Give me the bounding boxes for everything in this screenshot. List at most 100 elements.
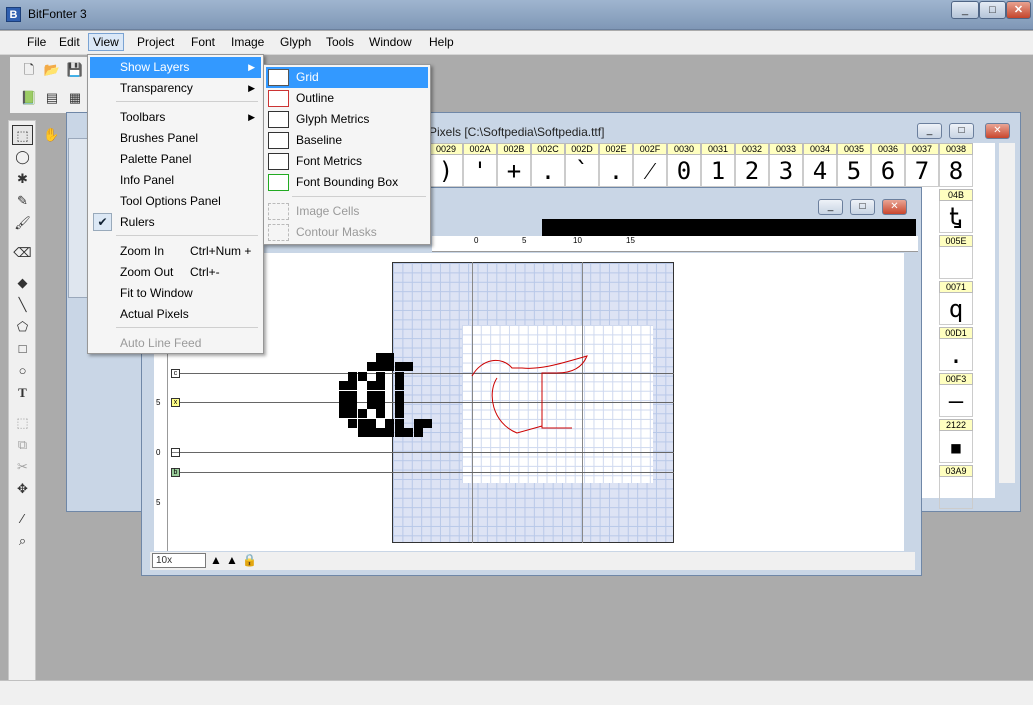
mountain-small-icon[interactable]: ▲ (210, 553, 222, 567)
glyph-pixel[interactable] (348, 409, 358, 419)
layers-menu-item-font-bounding-box[interactable]: Font Bounding Box (266, 172, 428, 193)
glyph-pixel[interactable] (348, 381, 358, 391)
editor-maximize-button[interactable]: □ (850, 199, 875, 215)
view-menu-item-fit-to-window[interactable]: Fit to Window (90, 283, 261, 304)
glyph-pixel[interactable] (385, 419, 395, 429)
menu-font[interactable]: Font (187, 34, 219, 50)
glyph-pixel[interactable] (348, 372, 358, 382)
glyph-cell-item[interactable]: + (497, 155, 531, 187)
move-tool-icon[interactable]: ✥ (12, 479, 33, 499)
cap-height-marker[interactable]: c (171, 369, 180, 378)
glyph-cell-item[interactable]: 3 (769, 155, 803, 187)
layers-menu-item-grid[interactable]: Grid (266, 67, 428, 88)
glyph-pixel[interactable] (376, 409, 386, 419)
save-icon[interactable]: 💾 (66, 61, 84, 79)
glyph-cell-item[interactable]: ) (429, 155, 463, 187)
lock-icon[interactable]: 🔒 (242, 553, 257, 567)
glyph-cell-item[interactable]: 6 (871, 155, 905, 187)
zoom-select[interactable]: 10x (152, 553, 206, 568)
menu-edit[interactable]: Edit (55, 34, 84, 50)
glyph-pixel[interactable] (367, 362, 377, 372)
layers-menu-item-glyph-metrics[interactable]: Glyph Metrics (266, 109, 428, 130)
close-button[interactable]: ✕ (1006, 1, 1031, 19)
view-menu-item-tool-options-panel[interactable]: Tool Options Panel (90, 191, 261, 212)
glyph-pixel[interactable] (395, 362, 405, 372)
glyph-cell-item[interactable] (939, 247, 973, 279)
menu-tools[interactable]: Tools (322, 34, 358, 50)
glyph-pixel[interactable] (376, 400, 386, 410)
editor-minimize-button[interactable]: _ (818, 199, 843, 215)
line-tool-icon[interactable]: ╲ (12, 295, 33, 315)
glyph-pixel[interactable] (339, 409, 349, 419)
glyph-grid-scrollbar[interactable] (999, 143, 1015, 483)
glyph-pixel[interactable] (367, 400, 377, 410)
view-menu-item-zoom-in[interactable]: Zoom In Ctrl+Num + (90, 241, 261, 262)
view-menu-item-rulers[interactable]: Rulers ✔ (90, 212, 261, 233)
brush-icon[interactable]: 🖌 (12, 213, 33, 233)
menu-window[interactable]: Window (365, 34, 416, 50)
glyph-pixel[interactable] (376, 372, 386, 382)
fill-bucket-icon[interactable]: ◆ (12, 273, 33, 293)
glyph-cell-item[interactable]: — (939, 385, 973, 417)
glyph-pixel[interactable] (367, 391, 377, 401)
glyph-pixel[interactable] (385, 428, 395, 438)
eraser-icon[interactable]: ⌫ (12, 243, 33, 263)
glyph-pixel[interactable] (376, 381, 386, 391)
glyph-cell-item[interactable]: . (599, 155, 633, 187)
glyph-pixel[interactable] (358, 419, 368, 429)
glyph-pixel[interactable] (376, 391, 386, 401)
glyph-pixel[interactable] (395, 400, 405, 410)
minimize-button[interactable]: _ (951, 1, 979, 19)
glyph-cell-item[interactable]: ` (565, 155, 599, 187)
glyph-pixel[interactable] (423, 419, 433, 429)
eyedropper-icon[interactable]: ⁄ (12, 509, 33, 529)
glyph-pixel[interactable] (404, 428, 414, 438)
glyph-cell-item[interactable]: . (531, 155, 565, 187)
mountain-large-icon[interactable]: ▲ (226, 553, 238, 567)
menu-view[interactable]: View (88, 33, 124, 51)
glyph-pixel[interactable] (367, 428, 377, 438)
glyph-pixel[interactable] (395, 381, 405, 391)
glyph-pixel[interactable] (395, 419, 405, 429)
menu-help[interactable]: Help (425, 34, 458, 50)
glyph-cell-item[interactable]: 0 (667, 155, 701, 187)
descender-marker[interactable]: b (171, 468, 180, 477)
view-menu-item-palette-panel[interactable]: Palette Panel (90, 149, 261, 170)
descender-line[interactable] (172, 472, 674, 473)
glyph-pixel[interactable] (395, 428, 405, 438)
glyph-pixel[interactable] (385, 353, 395, 363)
glyph-pixel[interactable] (339, 381, 349, 391)
book-icon[interactable]: 📗 (20, 89, 38, 107)
glyph-pixel[interactable] (376, 428, 386, 438)
glyph-pixel[interactable] (348, 419, 358, 429)
view-menu-item-actual-pixels[interactable]: Actual Pixels (90, 304, 261, 325)
x-height-marker[interactable]: x (171, 398, 180, 407)
glyph-pixel[interactable] (376, 362, 386, 372)
new-file-icon[interactable]: 🗋 (20, 61, 38, 79)
layers-menu-item-baseline[interactable]: Baseline (266, 130, 428, 151)
polygon-tool-icon[interactable]: ⬠ (12, 317, 33, 337)
lasso-icon[interactable]: ◯ (12, 147, 33, 167)
glyph-cell-item[interactable]: 8 (939, 155, 973, 187)
menu-image[interactable]: Image (227, 34, 268, 50)
view-menu-item-transparency[interactable]: Transparency ▶ (90, 78, 261, 99)
glyph-pixel[interactable] (367, 381, 377, 391)
view-menu-item-info-panel[interactable]: Info Panel (90, 170, 261, 191)
pencil-icon[interactable]: ✎ (12, 191, 33, 211)
glyph-pixel[interactable] (348, 391, 358, 401)
open-folder-icon[interactable]: 📂 (43, 61, 61, 79)
view-menu-item-show-layers[interactable]: Show Layers ▶ (90, 57, 261, 78)
menu-glyph[interactable]: Glyph (276, 34, 315, 50)
glyph-pixel[interactable] (414, 428, 424, 438)
glyph-cell-item[interactable]: . (939, 339, 973, 371)
glyph-cell-item[interactable]: ⁄ (633, 155, 667, 187)
menu-file[interactable]: File (23, 34, 50, 50)
glyph-cell-item[interactable]: 4 (803, 155, 837, 187)
font-window-minimize-button[interactable]: _ (917, 123, 942, 139)
ellipse-tool-icon[interactable]: ○ (12, 361, 33, 381)
layers-menu-item-outline[interactable]: Outline (266, 88, 428, 109)
font-window-close-button[interactable]: ✕ (985, 123, 1010, 139)
glyph-cell-item[interactable]: q (939, 293, 973, 325)
layers-icon[interactable]: ▤ (43, 89, 61, 107)
glyph-cell-item[interactable]: ▪ (939, 431, 973, 463)
